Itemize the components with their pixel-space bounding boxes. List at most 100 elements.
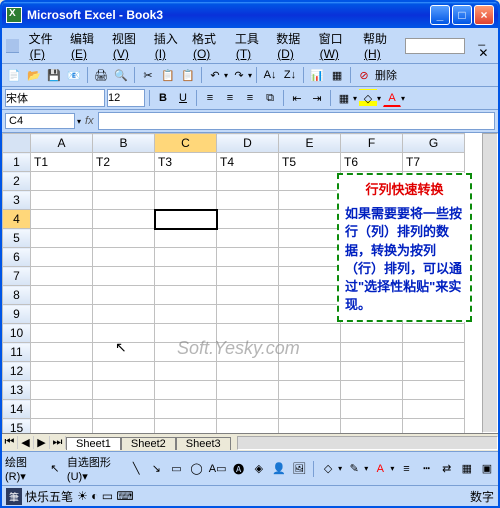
- cell-B14[interactable]: [93, 400, 155, 419]
- row-header-13[interactable]: 13: [3, 381, 31, 400]
- underline-icon[interactable]: U: [174, 89, 192, 107]
- cell-E4[interactable]: [279, 210, 341, 229]
- cell-E13[interactable]: [279, 381, 341, 400]
- menu-help[interactable]: 帮助(H): [363, 30, 395, 61]
- cell-A7[interactable]: [31, 267, 93, 286]
- indent-dec-icon[interactable]: ⇤: [288, 89, 306, 107]
- print-icon[interactable]: 🖨: [92, 66, 110, 84]
- save-icon[interactable]: 💾: [45, 66, 63, 84]
- fill-color-icon[interactable]: ◇: [359, 89, 377, 107]
- vertical-scrollbar[interactable]: [482, 133, 498, 433]
- cell-C6[interactable]: [155, 248, 217, 267]
- line-icon[interactable]: ╲: [128, 460, 144, 478]
- cell-A11[interactable]: [31, 343, 93, 362]
- wordart-icon[interactable]: 🅐: [231, 460, 247, 478]
- cell-D5[interactable]: [217, 229, 279, 248]
- line-style-icon[interactable]: ≡: [398, 460, 414, 478]
- menu-edit[interactable]: 编辑(E): [70, 30, 102, 61]
- cell-B5[interactable]: [93, 229, 155, 248]
- align-left-icon[interactable]: ≡: [201, 89, 219, 107]
- menu-tools[interactable]: 工具(T): [235, 30, 266, 61]
- clipart-icon[interactable]: 👤: [271, 460, 287, 478]
- cell-B8[interactable]: [93, 286, 155, 305]
- cell-E8[interactable]: [279, 286, 341, 305]
- textbox-icon[interactable]: A▭: [209, 460, 227, 478]
- cell-D15[interactable]: [217, 419, 279, 434]
- maximize-button[interactable]: □: [452, 5, 472, 25]
- col-header-G[interactable]: G: [403, 134, 465, 153]
- tab-nav-first-icon[interactable]: ⏮: [2, 436, 18, 449]
- sort-desc-icon[interactable]: Z↓: [281, 66, 299, 84]
- line-color-icon[interactable]: ✎: [346, 460, 362, 478]
- workbook-icon[interactable]: [6, 39, 19, 53]
- cell-G14[interactable]: [403, 400, 465, 419]
- cell-D8[interactable]: [217, 286, 279, 305]
- 3d-icon[interactable]: ▣: [479, 460, 495, 478]
- cell-G11[interactable]: [403, 343, 465, 362]
- cut-icon[interactable]: ✂: [139, 66, 157, 84]
- row-header-2[interactable]: 2: [3, 172, 31, 191]
- row-header-3[interactable]: 3: [3, 191, 31, 210]
- cell-D1[interactable]: T4: [217, 153, 279, 172]
- row-header-14[interactable]: 14: [3, 400, 31, 419]
- horizontal-scrollbar[interactable]: [237, 436, 498, 450]
- cell-A8[interactable]: [31, 286, 93, 305]
- sort-asc-icon[interactable]: A↓: [261, 66, 279, 84]
- align-center-icon[interactable]: ≡: [221, 89, 239, 107]
- cell-A12[interactable]: [31, 362, 93, 381]
- cell-E1[interactable]: T5: [279, 153, 341, 172]
- cell-C10[interactable]: [155, 324, 217, 343]
- cell-C13[interactable]: [155, 381, 217, 400]
- cell-C4[interactable]: [155, 210, 217, 229]
- row-header-1[interactable]: 1: [3, 153, 31, 172]
- arrow-style-icon[interactable]: ⇄: [439, 460, 455, 478]
- row-header-5[interactable]: 5: [3, 229, 31, 248]
- permission-icon[interactable]: 📧: [65, 66, 83, 84]
- paste-icon[interactable]: 📋: [179, 66, 197, 84]
- col-header-F[interactable]: F: [341, 134, 403, 153]
- cell-E15[interactable]: [279, 419, 341, 434]
- cell-D4[interactable]: [217, 210, 279, 229]
- cell-E5[interactable]: [279, 229, 341, 248]
- cell-G1[interactable]: T7: [403, 153, 465, 172]
- cell-B2[interactable]: [93, 172, 155, 191]
- cell-B15[interactable]: [93, 419, 155, 434]
- cell-E12[interactable]: [279, 362, 341, 381]
- borders-icon[interactable]: ▦: [335, 89, 353, 107]
- formula-bar[interactable]: [98, 112, 495, 130]
- cell-G12[interactable]: [403, 362, 465, 381]
- undo-icon[interactable]: ↶: [206, 66, 224, 84]
- row-header-6[interactable]: 6: [3, 248, 31, 267]
- fill-color2-icon[interactable]: ◇: [320, 460, 336, 478]
- cell-C2[interactable]: [155, 172, 217, 191]
- cell-E7[interactable]: [279, 267, 341, 286]
- cell-B6[interactable]: [93, 248, 155, 267]
- rectangle-icon[interactable]: ▭: [168, 460, 184, 478]
- sheet-tab-2[interactable]: Sheet2: [121, 437, 176, 450]
- cell-C5[interactable]: [155, 229, 217, 248]
- tab-nav-next-icon[interactable]: ▶: [34, 436, 50, 449]
- sheet-tab-1[interactable]: Sheet1: [66, 437, 121, 450]
- cell-E11[interactable]: [279, 343, 341, 362]
- col-header-B[interactable]: B: [93, 134, 155, 153]
- preview-icon[interactable]: 🔍: [112, 66, 130, 84]
- cell-B3[interactable]: [93, 191, 155, 210]
- help-search-input[interactable]: [405, 38, 465, 54]
- merge-icon[interactable]: ⧉: [261, 89, 279, 107]
- col-header-A[interactable]: A: [31, 134, 93, 153]
- cell-E2[interactable]: [279, 172, 341, 191]
- cell-A14[interactable]: [31, 400, 93, 419]
- row-header-7[interactable]: 7: [3, 267, 31, 286]
- cell-C3[interactable]: [155, 191, 217, 210]
- menu-format[interactable]: 格式(O): [192, 30, 225, 61]
- cell-C14[interactable]: [155, 400, 217, 419]
- cell-E9[interactable]: [279, 305, 341, 324]
- dash-style-icon[interactable]: ┅: [419, 460, 435, 478]
- cell-E10[interactable]: [279, 324, 341, 343]
- cell-C7[interactable]: [155, 267, 217, 286]
- currency-icon[interactable]: ⊘: [355, 66, 373, 84]
- cell-C12[interactable]: [155, 362, 217, 381]
- cell-A15[interactable]: [31, 419, 93, 434]
- cell-D3[interactable]: [217, 191, 279, 210]
- row-header-8[interactable]: 8: [3, 286, 31, 305]
